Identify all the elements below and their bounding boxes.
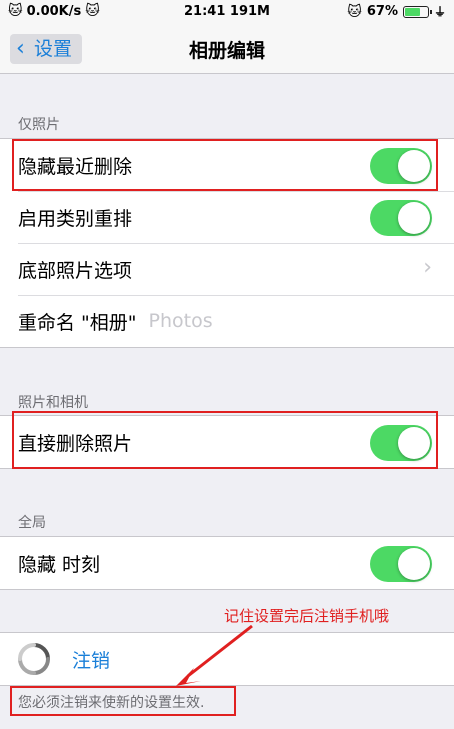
loading-spinner-icon <box>18 643 50 675</box>
highlight-box-logout-note <box>10 686 236 716</box>
row-label: 启用类别重排 <box>18 207 133 230</box>
row-enable-category-reorder: 启用类别重排 <box>0 191 454 243</box>
group-global: 隐藏 时刻 <box>0 536 454 590</box>
navigation-bar: ‹ 设置 相册编辑 <box>0 24 454 74</box>
row-bottom-photo-options[interactable]: 底部照片选项 › <box>0 243 454 295</box>
hide-moments-toggle[interactable] <box>370 546 432 582</box>
logout-button[interactable]: 注销 <box>0 633 454 685</box>
page-title: 相册编辑 <box>188 40 265 62</box>
row-rename-album: 重命名 "相册" Photos <box>0 295 454 347</box>
rename-album-input[interactable]: Photos <box>149 310 213 332</box>
status-bar-right: 🐱 67% ⏚ <box>347 3 446 20</box>
row-label: 底部照片选项 <box>18 259 133 282</box>
battery-icon <box>402 5 432 18</box>
section-header-global: 全局 <box>18 515 46 531</box>
section-header-photos-only: 仅照片 <box>18 117 60 133</box>
group-logout: 注销 <box>0 632 454 686</box>
logout-label: 注销 <box>72 649 111 672</box>
status-bar: 🐱 0.00K/s 🐱 21:41 191M 🐱 67% ⏚ <box>0 0 454 24</box>
annotation-text: 记住设置完后注销手机哦 <box>224 607 390 625</box>
battery-percent: 67% <box>366 4 398 19</box>
charging-plug-icon: ⏚ <box>433 5 446 19</box>
row-hide-moments: 隐藏 时刻 <box>0 537 454 589</box>
battery-fill <box>404 7 420 16</box>
row-label: 重命名 "相册" <box>18 311 137 334</box>
cat-emoticon-icon: 🐱 <box>347 3 362 20</box>
toggle-knob <box>398 548 430 580</box>
toggle-knob <box>398 202 430 234</box>
highlight-box-delete-photos-directly <box>12 411 438 469</box>
highlight-box-hide-recently-deleted <box>12 139 438 191</box>
chevron-right-icon: › <box>423 255 432 280</box>
section-header-photos-and-camera: 照片和相机 <box>18 395 88 411</box>
enable-category-reorder-toggle[interactable] <box>370 200 432 236</box>
row-label: 隐藏 时刻 <box>18 553 101 576</box>
